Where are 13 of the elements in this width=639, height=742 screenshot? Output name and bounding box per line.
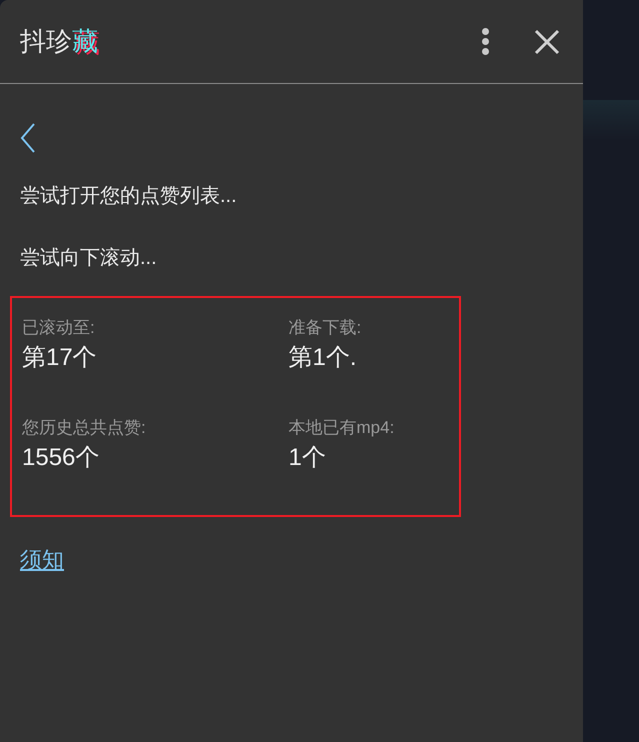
stat-label: 已滚动至: bbox=[22, 317, 96, 339]
app-title: 抖珍藏 bbox=[20, 28, 98, 54]
stat-value: 第17个 bbox=[22, 343, 98, 373]
back-button[interactable] bbox=[20, 122, 36, 154]
stat-value: 第1个. bbox=[288, 343, 358, 373]
status-text: 尝试向下滚动... bbox=[20, 246, 158, 271]
notice-link[interactable]: 须知 bbox=[20, 547, 64, 572]
stat-label: 准备下载: bbox=[288, 317, 362, 339]
stat-value: 1556个 bbox=[22, 443, 100, 473]
stat-label: 您历史总共点赞: bbox=[22, 417, 147, 439]
status-text: 尝试打开您的点赞列表... bbox=[20, 184, 238, 209]
stat-value: 1个 bbox=[288, 443, 327, 473]
stat-label: 本地已有mp4: bbox=[288, 417, 396, 439]
